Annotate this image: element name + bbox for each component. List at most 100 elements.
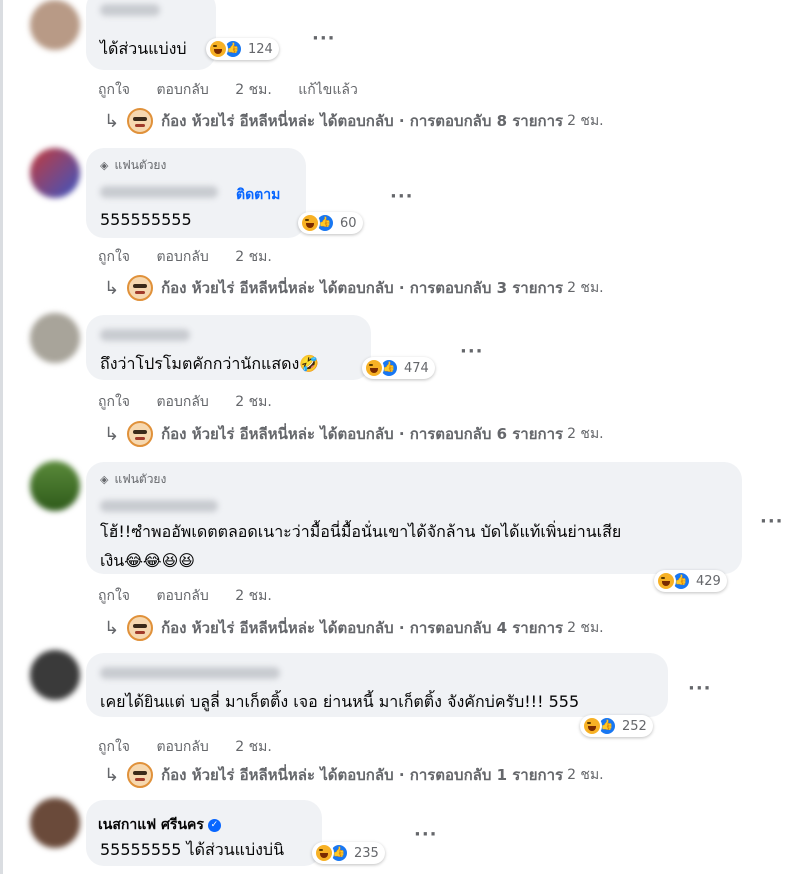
- comment-bubble: เนสกาแฟ ศรีนคร ✓ 55555555 ได้ส่วนแบ่งบ่น…: [86, 800, 385, 866]
- author-name-blurred[interactable]: [100, 329, 190, 341]
- reply-time: 2 ชม.: [567, 426, 604, 442]
- reaction-count: 429: [696, 573, 721, 589]
- comment-time[interactable]: 2 ชม.: [235, 394, 272, 410]
- reply-summary: ก้อง ห้วยไร่ อีหลีหนี่หล่ะ ได้ตอบกลับ · …: [161, 279, 564, 297]
- reply-button[interactable]: ตอบกลับ: [156, 394, 208, 410]
- comment-text: 55555555 ได้ส่วนแบ่งบ่นิ: [100, 840, 285, 859]
- verified-badge-icon: ✓: [207, 818, 221, 832]
- reaction-summary[interactable]: 👍 474: [362, 357, 435, 379]
- comment-bubble: ◈ แฟนตัวยง ติดตาม 555555555 👍 60: [86, 148, 363, 238]
- more-options-icon[interactable]: ···: [688, 678, 712, 699]
- like-button[interactable]: ถูกใจ: [98, 249, 130, 265]
- like-button[interactable]: ถูกใจ: [98, 82, 130, 98]
- top-fan-badge: ◈ แฟนตัวยง: [100, 470, 166, 489]
- like-button[interactable]: ถูกใจ: [98, 588, 130, 604]
- comment-text-line-1: โฮ้!!ซำพออัพเดตตลอดเนาะว่ามื้อนี่มื้อนั่…: [100, 522, 622, 541]
- like-button[interactable]: ถูกใจ: [98, 394, 130, 410]
- author-name[interactable]: เนสกาแฟ ศรีนคร ✓: [98, 814, 221, 836]
- reaction-summary[interactable]: 👍 60: [298, 212, 363, 234]
- avatar[interactable]: [30, 461, 80, 511]
- comment-text: ได้ส่วนแบ่งบ่: [100, 39, 187, 58]
- reply-arrow-icon: ↳: [104, 110, 120, 132]
- reply-author-avatar: [127, 108, 154, 134]
- more-options-icon[interactable]: ···: [312, 28, 336, 49]
- more-options-icon[interactable]: ···: [414, 824, 438, 845]
- comment-text: ถึงว่าโปรโมตคักกว่านักแสดง🤣: [100, 354, 320, 373]
- view-replies-link[interactable]: ↳ ก้อง ห้วยไร่ อีหลีหนี่หล่ะ ได้ตอบกลับ …: [104, 275, 604, 301]
- reply-author-avatar: [127, 421, 154, 447]
- diamond-icon: ◈: [100, 159, 109, 172]
- comment-bubble: ◈ แฟนตัวยง โฮ้!!ซำพออัพเดตตลอดเนาะว่ามื้…: [86, 462, 742, 592]
- reply-button[interactable]: ตอบกลับ: [156, 588, 208, 604]
- author-name-blurred[interactable]: [100, 667, 280, 679]
- reaction-count: 252: [622, 718, 647, 734]
- reply-summary: ก้อง ห้วยไร่ อีหลีหนี่หล่ะ ได้ตอบกลับ · …: [161, 112, 564, 130]
- comment-text: 555555555: [100, 210, 192, 229]
- reaction-summary[interactable]: 👍 252: [580, 715, 653, 737]
- avatar[interactable]: [30, 148, 80, 198]
- reaction-count: 60: [340, 215, 357, 231]
- avatar[interactable]: [30, 0, 80, 50]
- follow-button[interactable]: ติดตาม: [236, 184, 280, 206]
- author-name-blurred[interactable]: [100, 500, 218, 512]
- comment-time[interactable]: 2 ชม.: [235, 739, 272, 755]
- comment-bubble: เคยได้ยินแต่ บลูลี่ มาเก็ตติ้ง เจอ ย่านห…: [86, 653, 668, 737]
- reply-button[interactable]: ตอบกลับ: [156, 82, 208, 98]
- author-name-text: เนสกาแฟ ศรีนคร: [98, 817, 204, 833]
- top-fan-badge: ◈ แฟนตัวยง: [100, 156, 166, 175]
- comment-bubble: ถึงว่าโปรโมตคักกว่านักแสดง🤣 👍 474: [86, 315, 435, 380]
- view-replies-link[interactable]: ↳ ก้อง ห้วยไร่ อีหลีหนี่หล่ะ ได้ตอบกลับ …: [104, 615, 604, 641]
- haha-reaction-icon: [364, 358, 384, 378]
- more-options-icon[interactable]: ···: [760, 511, 784, 532]
- reply-arrow-icon: ↳: [104, 764, 120, 786]
- thread-line: [0, 0, 3, 874]
- haha-reaction-icon: [300, 213, 320, 233]
- view-replies-link[interactable]: ↳ ก้อง ห้วยไร่ อีหลีหนี่หล่ะ ได้ตอบกลับ …: [104, 108, 604, 134]
- avatar[interactable]: [30, 650, 80, 700]
- reaction-count: 235: [354, 845, 379, 861]
- avatar[interactable]: [30, 313, 80, 363]
- comment-time[interactable]: 2 ชม.: [235, 249, 272, 265]
- fan-badge-label: แฟนตัวยง: [114, 472, 167, 486]
- reply-summary: ก้อง ห้วยไร่ อีหลีหนี่หล่ะ ได้ตอบกลับ · …: [161, 766, 564, 784]
- reply-button[interactable]: ตอบกลับ: [156, 249, 208, 265]
- comment-time[interactable]: 2 ชม.: [235, 82, 272, 98]
- more-options-icon[interactable]: ···: [460, 341, 484, 362]
- haha-reaction-icon: [314, 843, 334, 863]
- reply-button[interactable]: ตอบกลับ: [156, 739, 208, 755]
- like-button[interactable]: ถูกใจ: [98, 739, 130, 755]
- reply-author-avatar: [127, 275, 154, 301]
- reply-arrow-icon: ↳: [104, 617, 120, 639]
- view-replies-link[interactable]: ↳ ก้อง ห้วยไร่ อีหลีหนี่หล่ะ ได้ตอบกลับ …: [104, 421, 604, 447]
- avatar[interactable]: [30, 798, 80, 848]
- fan-badge-label: แฟนตัวยง: [114, 158, 167, 172]
- comment-actions: ถูกใจ ตอบกลับ 2 ชม.: [98, 736, 294, 758]
- reaction-summary[interactable]: 👍 235: [312, 842, 385, 864]
- reaction-count: 124: [248, 41, 273, 57]
- comment-actions: ถูกใจ ตอบกลับ 2 ชม. แก้ไขแล้ว: [98, 79, 380, 101]
- author-name-blurred[interactable]: [100, 4, 160, 16]
- more-options-icon[interactable]: ···: [390, 186, 414, 207]
- haha-reaction-icon: [656, 571, 676, 591]
- author-name-blurred[interactable]: [100, 186, 218, 198]
- comment-time[interactable]: 2 ชม.: [235, 588, 272, 604]
- reply-arrow-icon: ↳: [104, 423, 120, 445]
- comment-text: เคยได้ยินแต่ บลูลี่ มาเก็ตติ้ง เจอ ย่านห…: [100, 692, 580, 711]
- comment-actions: ถูกใจ ตอบกลับ 2 ชม.: [98, 391, 294, 413]
- comment-bubble: ได้ส่วนแบ่งบ่ 👍 124: [86, 0, 279, 70]
- haha-reaction-icon: [582, 716, 602, 736]
- reply-author-avatar: [127, 615, 154, 641]
- comment-actions: ถูกใจ ตอบกลับ 2 ชม.: [98, 246, 294, 268]
- reply-time: 2 ชม.: [567, 113, 604, 129]
- diamond-icon: ◈: [100, 473, 109, 486]
- comment-text-line-2: เงิน😂😂😆😆: [100, 551, 195, 570]
- reaction-summary[interactable]: 👍 429: [654, 570, 727, 592]
- view-replies-link[interactable]: ↳ ก้อง ห้วยไร่ อีหลีหนี่หล่ะ ได้ตอบกลับ …: [104, 762, 604, 788]
- comment-actions: ถูกใจ ตอบกลับ 2 ชม.: [98, 585, 294, 607]
- reply-time: 2 ชม.: [567, 767, 604, 783]
- reaction-count: 474: [404, 360, 429, 376]
- reply-arrow-icon: ↳: [104, 277, 120, 299]
- reply-summary: ก้อง ห้วยไร่ อีหลีหนี่หล่ะ ได้ตอบกลับ · …: [161, 425, 564, 443]
- reaction-summary[interactable]: 👍 124: [206, 38, 279, 60]
- reply-summary: ก้อง ห้วยไร่ อีหลีหนี่หล่ะ ได้ตอบกลับ · …: [161, 619, 564, 637]
